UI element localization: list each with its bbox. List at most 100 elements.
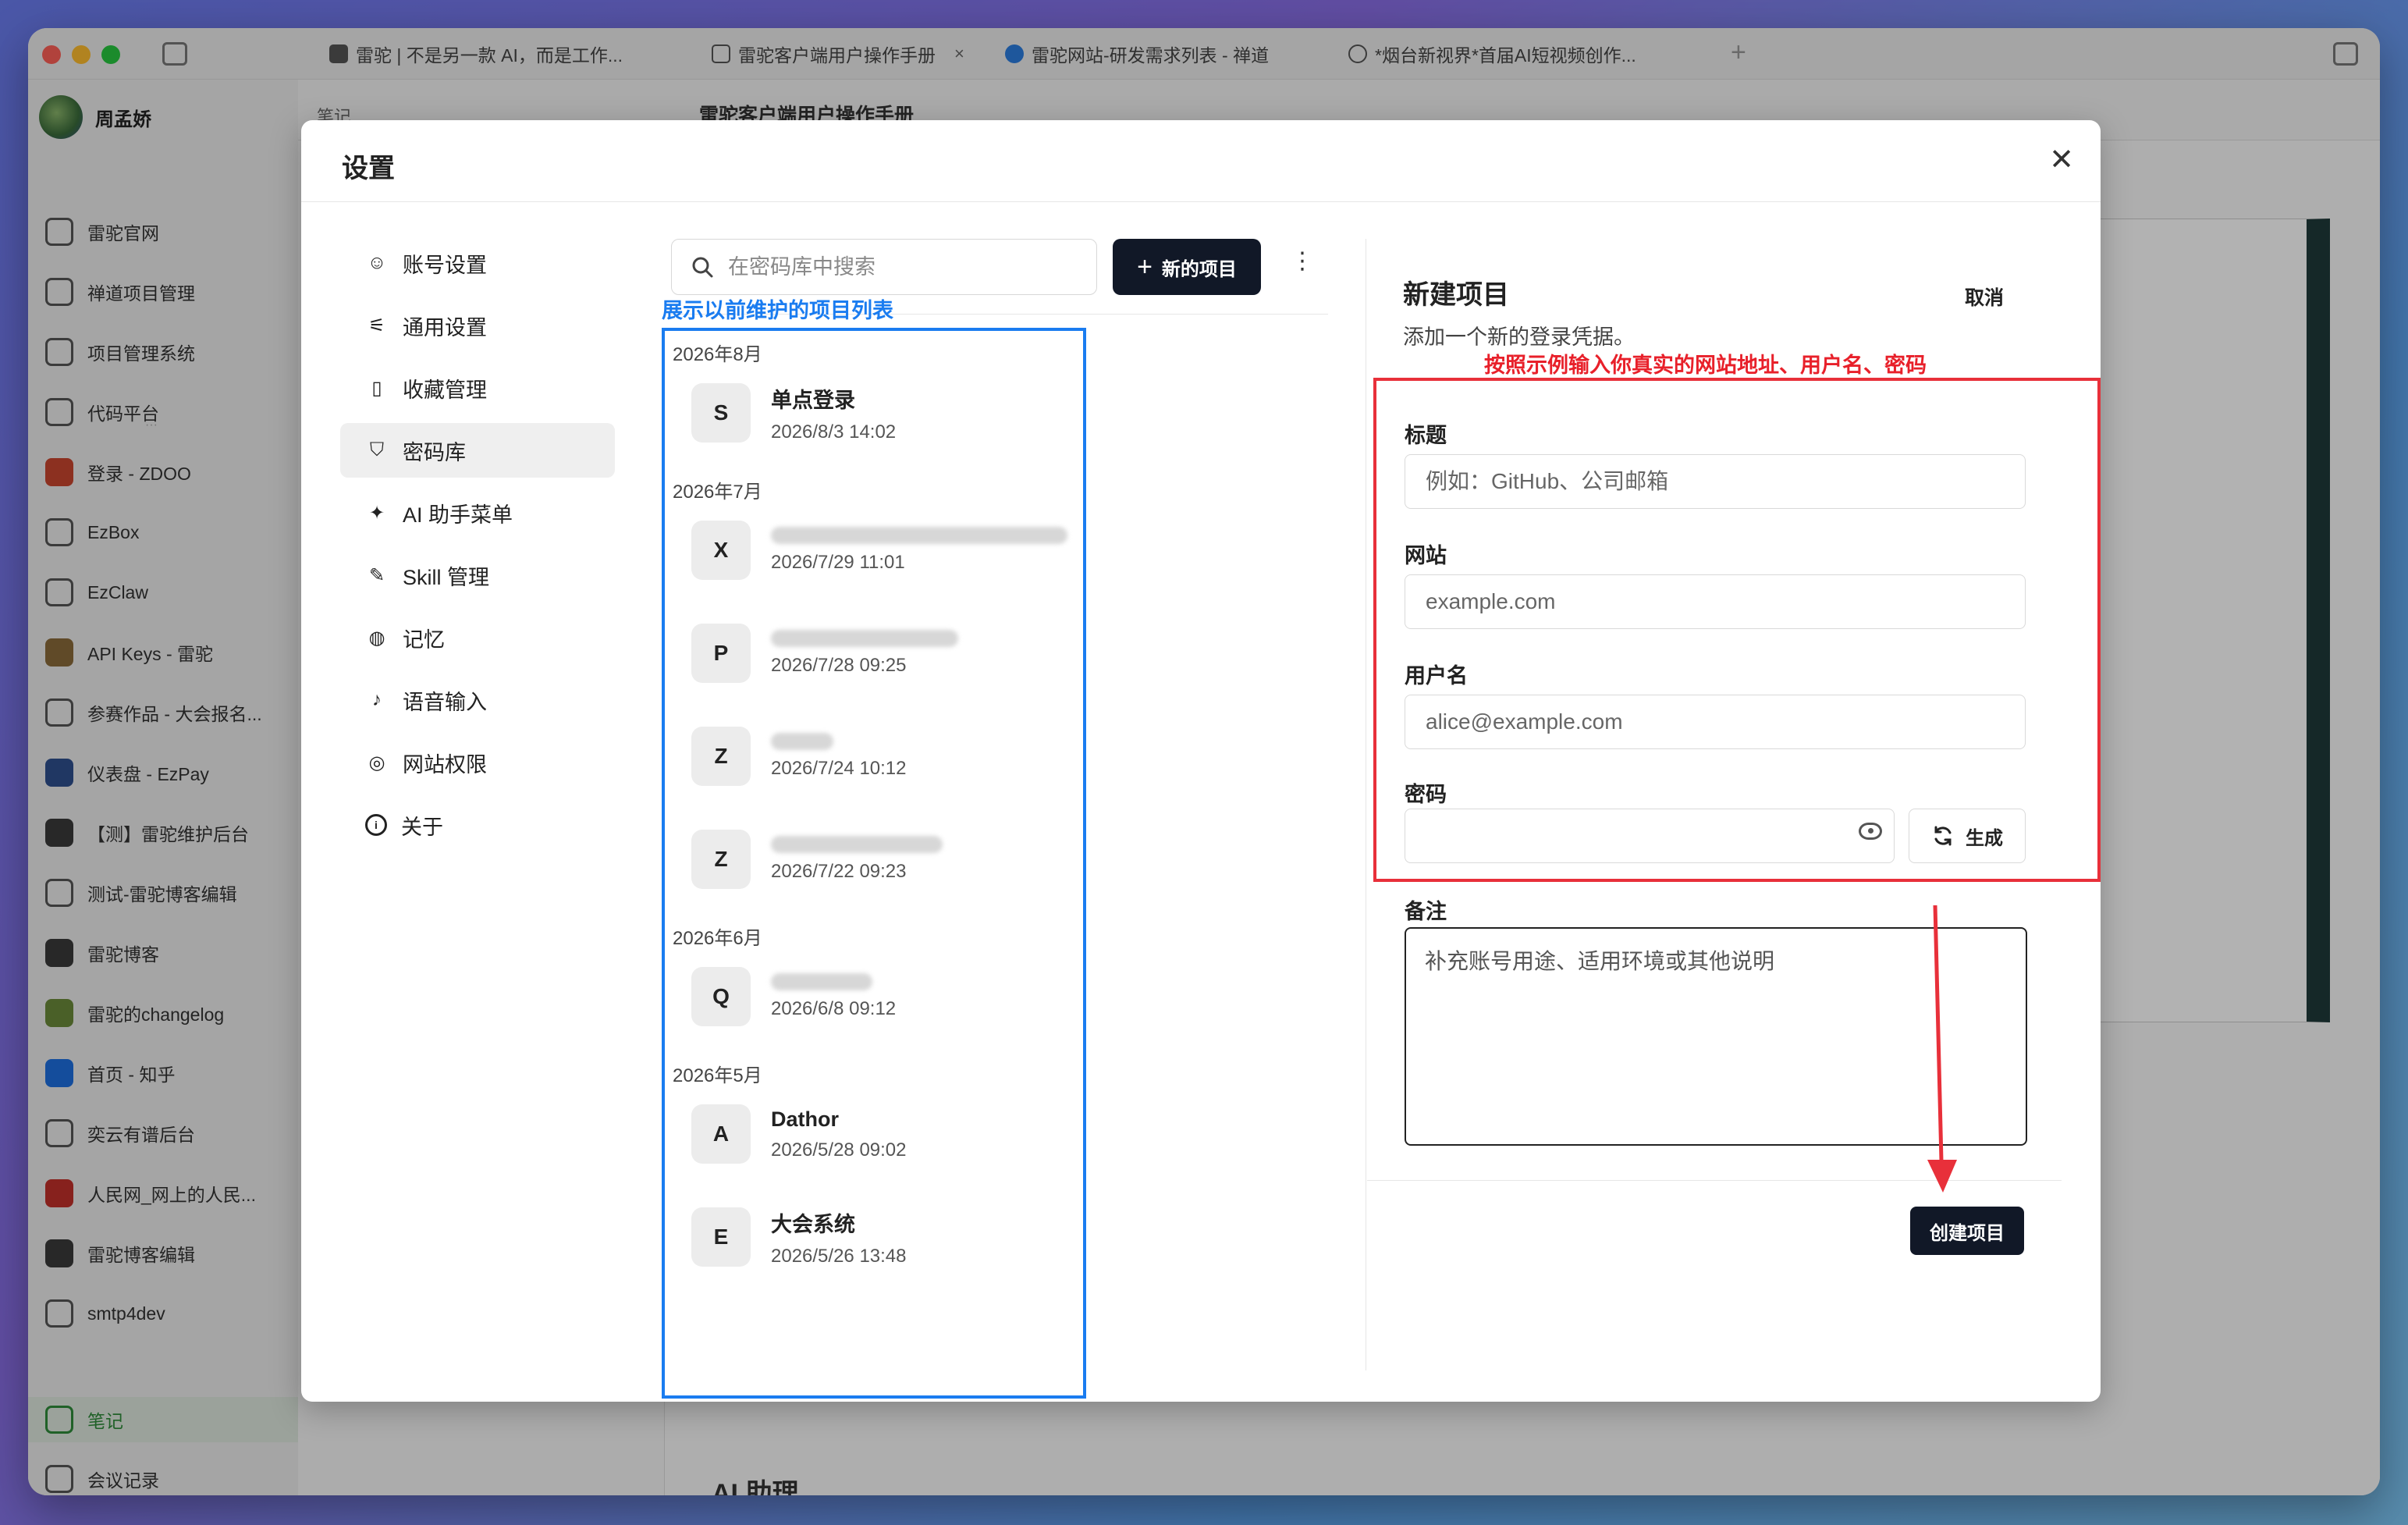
title-label: 标题 bbox=[1405, 424, 1447, 447]
vault-item-avatar: S bbox=[691, 383, 751, 443]
vault-search[interactable] bbox=[671, 239, 1097, 295]
redacted-title bbox=[771, 836, 943, 853]
settings-nav-item[interactable]: ▯ 收藏管理 bbox=[340, 361, 615, 415]
plus-icon: + bbox=[1137, 252, 1153, 282]
vault-item-title: 单点登录 bbox=[771, 388, 855, 412]
vault-item[interactable]: E 大会系统 2026/5/26 13:48 bbox=[691, 1194, 1081, 1280]
more-options-icon[interactable]: ⋮ bbox=[1291, 250, 1314, 273]
vault-item-avatar: A bbox=[691, 1104, 751, 1164]
vault-item-text: 2026/7/29 11:01 bbox=[771, 527, 1067, 574]
info-icon: i bbox=[365, 814, 387, 836]
close-icon[interactable]: ✕ bbox=[2049, 142, 2074, 177]
vault-item[interactable]: A Dathor 2026/5/28 09:02 bbox=[691, 1091, 1081, 1177]
new-item-button[interactable]: + 新的项目 bbox=[1113, 239, 1261, 295]
vault-item-date: 2026/7/22 09:23 bbox=[771, 861, 907, 882]
vault-item-date: 2026/7/28 09:25 bbox=[771, 655, 907, 676]
new-item-label: 新的项目 bbox=[1161, 258, 1237, 280]
settings-nav-item[interactable]: ◍ 记忆 bbox=[340, 610, 615, 665]
settings-nav-label: 通用设置 bbox=[403, 315, 487, 339]
vault-item-avatar: Z bbox=[691, 727, 751, 786]
vault-item[interactable]: Q 2026/6/8 09:12 bbox=[691, 954, 1081, 1040]
cancel-button[interactable]: 取消 bbox=[1965, 283, 2004, 311]
create-item-button[interactable]: 创建项目 bbox=[1910, 1207, 2024, 1255]
group-label: 2026年8月 bbox=[673, 344, 762, 365]
vault-item[interactable]: Z 2026/7/22 09:23 bbox=[691, 816, 1081, 902]
settings-nav-item[interactable]: ✎ Skill 管理 bbox=[340, 548, 615, 603]
vault-item-avatar: X bbox=[691, 521, 751, 580]
vault-item-date: 2026/7/24 10:12 bbox=[771, 758, 907, 779]
vault-item-text: 2026/7/22 09:23 bbox=[771, 836, 943, 883]
divider bbox=[301, 201, 2101, 202]
vault-item-date: 2026/7/29 11:01 bbox=[771, 552, 905, 573]
settings-nav-label: Skill 管理 bbox=[403, 565, 490, 589]
vault-item-text: 2026/7/24 10:12 bbox=[771, 733, 907, 780]
form-title: 新建项目 bbox=[1403, 280, 1509, 310]
redacted-title bbox=[771, 630, 958, 647]
brain-icon: ◍ bbox=[368, 627, 385, 649]
password-field[interactable] bbox=[1405, 809, 1895, 863]
settings-nav-label: 语音输入 bbox=[403, 690, 487, 714]
vault-item-text: 单点登录 2026/8/3 14:02 bbox=[771, 383, 896, 443]
username-field[interactable] bbox=[1405, 695, 2026, 749]
vault-item-avatar: Q bbox=[691, 967, 751, 1026]
vault-item-title: Dathor bbox=[771, 1107, 839, 1131]
generate-password-button[interactable]: 生成 bbox=[1909, 809, 2026, 863]
generate-label: 生成 bbox=[1966, 827, 2003, 849]
settings-nav-item[interactable]: ⛉ 密码库 bbox=[340, 423, 615, 478]
vault-item-date: 2026/6/8 09:12 bbox=[771, 998, 897, 1019]
vault-item-avatar: E bbox=[691, 1207, 751, 1267]
shield-icon: ⛉ bbox=[370, 439, 384, 460]
vault-item[interactable]: X 2026/7/29 11:01 bbox=[691, 507, 1081, 593]
divider bbox=[1367, 1180, 2062, 1181]
settings-nav-item[interactable]: ⚟ 通用设置 bbox=[340, 298, 615, 353]
group-label: 2026年5月 bbox=[673, 1065, 762, 1086]
settings-nav-item[interactable]: ☺ 账号设置 bbox=[340, 236, 615, 290]
form-description: 添加一个新的登录凭据。 bbox=[1403, 325, 1635, 349]
vault-item-avatar: P bbox=[691, 624, 751, 683]
sparkles-icon: ✦ bbox=[368, 502, 385, 524]
website-label: 网站 bbox=[1405, 544, 1447, 567]
vault-item-avatar: Z bbox=[691, 830, 751, 889]
title-field[interactable] bbox=[1405, 454, 2026, 509]
blue-annotation-label: 展示以前维护的项目列表 bbox=[662, 299, 893, 322]
settings-dialog: 设置 ✕ ☺ 账号设置 ⚟ 通用设置 ▯ 收藏管理 ⛉ 密码库 ✦ AI 助手菜单 ✎ Skill 管… bbox=[301, 120, 2101, 1402]
refresh-icon bbox=[1934, 826, 1952, 846]
settings-nav-item[interactable]: ♪ 语音输入 bbox=[340, 673, 615, 727]
vault-item-date: 2026/5/26 13:48 bbox=[771, 1245, 907, 1267]
website-field[interactable] bbox=[1405, 574, 2026, 629]
mic-icon: ♪ bbox=[372, 689, 382, 710]
group-label: 2026年7月 bbox=[673, 482, 762, 503]
settings-nav-label: 收藏管理 bbox=[403, 378, 487, 402]
settings-nav-item[interactable]: ◎ 网站权限 bbox=[340, 735, 615, 790]
settings-nav-label: 账号设置 bbox=[403, 253, 487, 277]
wand-icon: ✎ bbox=[368, 564, 385, 586]
bookmark-icon: ▯ bbox=[371, 377, 382, 399]
vault-item[interactable]: P 2026/7/28 09:25 bbox=[691, 610, 1081, 696]
vault-item-date: 2026/5/28 09:02 bbox=[771, 1139, 907, 1161]
vault-item-text: 2026/6/8 09:12 bbox=[771, 973, 896, 1020]
settings-nav-label: AI 助手菜单 bbox=[403, 503, 513, 527]
settings-nav-label: 关于 bbox=[401, 815, 443, 839]
redacted-title bbox=[771, 973, 872, 990]
vault-item-title: 大会系统 bbox=[771, 1212, 855, 1236]
settings-nav-item[interactable]: i 关于 bbox=[340, 798, 615, 852]
vault-item-date: 2026/8/3 14:02 bbox=[771, 421, 897, 443]
red-annotation-box bbox=[1373, 378, 2101, 882]
dialog-title: 设置 bbox=[342, 154, 395, 183]
search-input[interactable] bbox=[728, 254, 1071, 279]
notes-field[interactable] bbox=[1405, 927, 2027, 1146]
vault-item[interactable]: Z 2026/7/24 10:12 bbox=[691, 713, 1081, 799]
red-annotation-label: 按照示例输入你真实的网站地址、用户名、密码 bbox=[1484, 354, 1927, 377]
settings-nav-label: 记忆 bbox=[403, 627, 445, 652]
redacted-title bbox=[771, 733, 833, 750]
vault-item[interactable]: S 单点登录 2026/8/3 14:02 bbox=[691, 370, 1081, 456]
search-icon bbox=[692, 257, 713, 278]
eye-icon[interactable] bbox=[1859, 823, 1882, 840]
username-label: 用户名 bbox=[1405, 664, 1468, 688]
password-label: 密码 bbox=[1405, 783, 1447, 806]
redacted-title bbox=[771, 527, 1067, 544]
user-circle-icon: ☺ bbox=[367, 252, 387, 273]
settings-nav-label: 网站权限 bbox=[403, 752, 487, 777]
vault-item-text: 2026/7/28 09:25 bbox=[771, 630, 958, 677]
settings-nav-item[interactable]: ✦ AI 助手菜单 bbox=[340, 485, 615, 540]
